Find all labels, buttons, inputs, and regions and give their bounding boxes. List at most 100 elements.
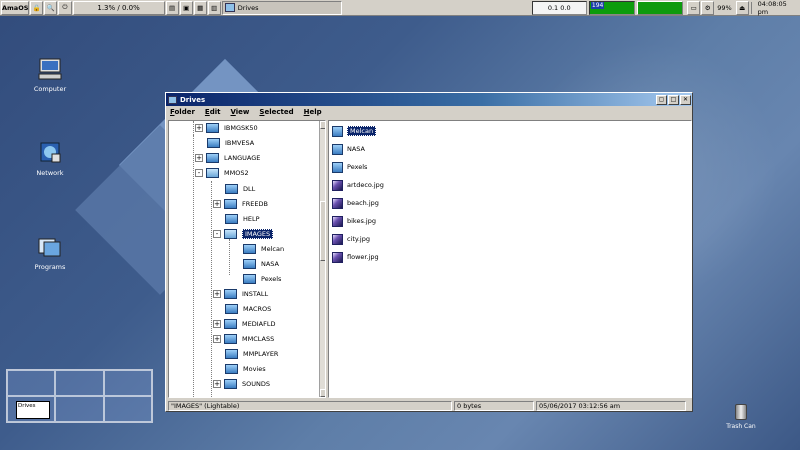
folder-tree[interactable]: + IBMGSK50 IBMVESA + LANGUAGE - MMOS2 DLL +… — [168, 120, 326, 398]
open-folder-icon — [206, 168, 219, 178]
tree-item-freedb[interactable]: + FREEDB — [213, 197, 268, 211]
menu-help[interactable]: Help — [304, 108, 322, 116]
tree-item-ibmvesa[interactable]: IBMVESA — [207, 136, 254, 150]
menu-view[interactable]: View — [230, 108, 249, 116]
tree-item-language[interactable]: + LANGUAGE — [195, 151, 260, 165]
file-item-bikes[interactable]: bikes.jpg — [332, 213, 376, 229]
drives-icon[interactable]: ▣ — [179, 0, 193, 15]
file-item-melcan[interactable]: Melcan — [332, 123, 377, 139]
file-item-flower[interactable]: flower.jpg — [332, 249, 379, 265]
desktop-icon-programs[interactable]: Programs — [20, 236, 80, 271]
desktop-icon-trash[interactable]: Trash Can — [724, 404, 758, 430]
drives-window: Drives ▢ □ ✕ Folder Edit View Selected H… — [165, 92, 693, 412]
tree-scrollbar[interactable] — [319, 121, 325, 397]
app-menu-button[interactable]: AmaOS — [1, 0, 30, 15]
tree-item-sounds[interactable]: + SOUNDS — [213, 377, 270, 391]
drives-window-icon — [168, 95, 177, 104]
tree-label: MACROS — [243, 305, 272, 313]
tree-item-melcan[interactable]: Melcan — [243, 242, 284, 256]
tree-label: MMCLASS — [242, 335, 275, 343]
tree-label: INSTALL — [242, 290, 269, 298]
tree-label: SOUNDS — [242, 380, 270, 388]
expand-toggle[interactable]: + — [195, 154, 203, 162]
expand-toggle[interactable]: + — [213, 200, 221, 208]
image-file-icon — [332, 233, 343, 245]
power-icon[interactable]: ⏻ — [58, 0, 72, 15]
menu-selected[interactable]: Selected — [259, 108, 293, 116]
tree-label: MMOS2 — [224, 169, 249, 177]
file-item-nasa[interactable]: NASA — [332, 141, 365, 157]
file-list[interactable]: Melcan NASA Pexels artdeco.jpg beach.jpg… — [328, 120, 692, 398]
task-button-drives[interactable]: Drives — [221, 0, 342, 15]
scroll-down-arrow[interactable] — [320, 389, 325, 397]
pager-window-drives[interactable]: Drives — [16, 401, 50, 419]
windowlist-icon[interactable]: ▤ — [165, 0, 179, 15]
tree-item-dll[interactable]: DLL — [225, 182, 255, 196]
desktop-icon-computer[interactable]: Computer — [20, 58, 80, 93]
monitor-icon[interactable]: ▭ — [687, 0, 701, 15]
menu-folder[interactable]: Folder — [170, 108, 195, 116]
folder-icon — [332, 143, 343, 155]
file-item-pexels[interactable]: Pexels — [332, 159, 367, 175]
collapse-toggle[interactable]: - — [213, 230, 221, 238]
close-button[interactable]: ✕ — [680, 94, 691, 105]
pager-desktop-2[interactable] — [55, 370, 104, 396]
scroll-up-arrow[interactable] — [320, 121, 325, 129]
settings-icon[interactable]: ⚙ — [701, 0, 715, 15]
app-menu-label: AmaOS — [2, 3, 29, 12]
hide-button[interactable]: ▢ — [656, 94, 667, 105]
tree-item-mediafld[interactable]: + MEDIAFLD — [213, 317, 275, 331]
expand-toggle[interactable]: + — [213, 335, 221, 343]
folder-icon — [224, 319, 237, 329]
image-file-icon — [332, 251, 343, 263]
file-item-artdeco[interactable]: artdeco.jpg — [332, 177, 384, 193]
tree-item-mmclass[interactable]: + MMCLASS — [213, 332, 274, 346]
taskbar: AmaOS 🔒 🔍 ⏻ 1.3% / 0.0% ▤ ▣ ▦ ▥ Drives 0… — [0, 0, 800, 16]
folder-icon — [225, 214, 238, 224]
menu-edit[interactable]: Edit — [205, 108, 221, 116]
scroll-thumb[interactable] — [320, 201, 325, 261]
tree-item-macros[interactable]: MACROS — [225, 302, 271, 316]
desktop-icon-network[interactable]: Network — [20, 142, 80, 177]
search-icon[interactable]: 🔍 — [44, 0, 58, 15]
status-bar: "IMAGES" (Lightable) 0 bytes 05/06/2017 … — [168, 400, 690, 411]
expand-toggle[interactable]: + — [213, 380, 221, 388]
collapse-toggle[interactable]: - — [195, 169, 203, 177]
eject-icon[interactable]: ⏏ — [735, 0, 749, 15]
pager-desktop-6[interactable] — [103, 396, 152, 422]
pager-desktop-1[interactable] — [7, 370, 56, 396]
task-label: Drives — [237, 3, 259, 12]
file-item-city[interactable]: city.jpg — [332, 231, 370, 247]
tree-label: NASA — [261, 260, 280, 268]
disk-icon[interactable]: ▥ — [207, 0, 221, 15]
expand-toggle[interactable]: + — [195, 124, 203, 132]
file-name-selected: Melcan — [347, 126, 377, 136]
file-name: bikes.jpg — [347, 217, 376, 225]
drives-window-icon — [224, 3, 235, 12]
tree-item-mmplayer[interactable]: MMPLAYER — [225, 347, 278, 361]
tree-item-movies[interactable]: Movies — [225, 362, 266, 376]
lock-icon[interactable]: 🔒 — [30, 0, 44, 15]
file-name: city.jpg — [347, 235, 370, 243]
tree-item-install[interactable]: + INSTALL — [213, 287, 268, 301]
file-name: Pexels — [347, 163, 368, 171]
tree-item-pexels[interactable]: Pexels — [243, 272, 281, 286]
folder-icon — [225, 349, 238, 359]
folder-icon[interactable]: ▦ — [193, 0, 207, 15]
tree-item-mmos2[interactable]: - MMOS2 — [195, 166, 249, 180]
tree-item-help[interactable]: HELP — [225, 212, 260, 226]
tree-item-nasa[interactable]: NASA — [243, 257, 279, 271]
pager-desktop-3[interactable] — [103, 370, 152, 396]
tree-item-images[interactable]: - IMAGES — [213, 227, 274, 241]
file-item-beach[interactable]: beach.jpg — [332, 195, 379, 211]
menu-bar: Folder Edit View Selected Help — [166, 106, 692, 118]
expand-toggle[interactable]: + — [213, 290, 221, 298]
expand-toggle[interactable]: + — [213, 320, 221, 328]
open-folder-icon — [224, 229, 237, 239]
tree-item-ibmgsk50[interactable]: + IBMGSK50 — [195, 121, 258, 135]
maximize-button[interactable]: □ — [668, 94, 679, 105]
tree-label: IBMGSK50 — [224, 124, 258, 132]
pager-desktop-5[interactable] — [55, 396, 104, 422]
window-titlebar[interactable]: Drives ▢ □ ✕ — [166, 93, 692, 106]
file-name: artdeco.jpg — [347, 181, 384, 189]
